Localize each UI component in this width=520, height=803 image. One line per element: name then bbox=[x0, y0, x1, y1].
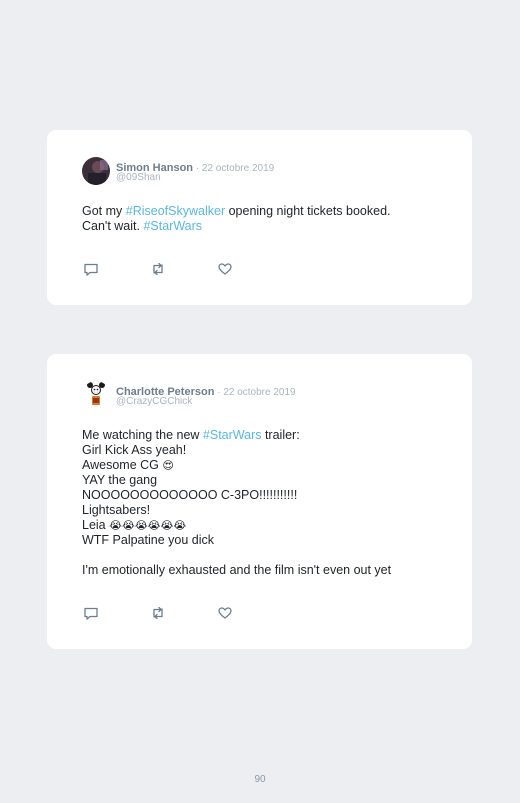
text-segment: Got my bbox=[82, 204, 126, 218]
emoji-crying: 😭😭😭😭😭😭 bbox=[109, 519, 187, 532]
tweet-line: Girl Kick Ass yeah! bbox=[82, 443, 187, 457]
tweet-date[interactable]: 22 octobre 2019 bbox=[202, 163, 274, 174]
tweet-line: Me watching the new #StarWars trailer: bbox=[82, 428, 452, 443]
tweet-line: Can't wait. #StarWars bbox=[82, 219, 452, 234]
tweet-line: Awesome CG 😍 bbox=[82, 458, 452, 473]
avatar[interactable] bbox=[82, 157, 110, 185]
reply-icon[interactable] bbox=[83, 261, 99, 277]
page-number: 90 bbox=[254, 774, 266, 785]
tweet-line: Got my #RiseofSkywalker opening night ti… bbox=[82, 204, 452, 219]
tweet-card: Charlotte Peterson · 22 octobre 2019 @Cr… bbox=[47, 354, 472, 649]
author-handle[interactable]: @09Shan bbox=[116, 172, 161, 183]
separator: · bbox=[214, 387, 224, 398]
tweet-line: YAY the gang bbox=[82, 473, 158, 487]
author-handle[interactable]: @CrazyCGChick bbox=[116, 396, 192, 407]
reply-icon[interactable] bbox=[83, 605, 99, 621]
hashtag-link[interactable]: #StarWars bbox=[143, 219, 202, 233]
avatar[interactable] bbox=[82, 381, 110, 409]
text-segment: trailer: bbox=[261, 428, 300, 442]
hashtag-link[interactable]: #RiseofSkywalker bbox=[126, 204, 225, 218]
text-segment: Leia bbox=[82, 518, 110, 532]
text-segment: opening night tickets booked. bbox=[225, 204, 391, 218]
text-segment: Awesome CG bbox=[82, 458, 163, 472]
emoji-heart-eyes: 😍 bbox=[162, 459, 174, 472]
separator: · bbox=[193, 163, 202, 174]
tweet-line: Lightsabers! bbox=[82, 503, 151, 517]
tweet-line: NOOOOOOOOOOOOO C-3PO!!!!!!!!!!! bbox=[82, 488, 298, 502]
text-segment: Can't wait. bbox=[82, 219, 144, 233]
hashtag-link[interactable]: #StarWars bbox=[203, 428, 262, 442]
tweet-text: Me watching the new #StarWars trailer: G… bbox=[82, 428, 452, 578]
tweet-date[interactable]: 22 octobre 2019 bbox=[223, 387, 295, 398]
like-icon[interactable] bbox=[217, 261, 233, 277]
tweet-line: I'm emotionally exhausted and the film i… bbox=[82, 563, 392, 577]
retweet-icon[interactable] bbox=[150, 605, 166, 621]
like-icon[interactable] bbox=[217, 605, 233, 621]
tweet-line: Leia 😭😭😭😭😭😭 bbox=[82, 518, 452, 533]
tweet-text: Got my #RiseofSkywalker opening night ti… bbox=[82, 204, 452, 234]
retweet-icon[interactable] bbox=[150, 261, 166, 277]
text-segment: Me watching the new bbox=[82, 428, 203, 442]
tweet-line: WTF Palpatine you dick bbox=[82, 533, 214, 547]
tweet-card: Simon Hanson · 22 octobre 2019 @09Shan G… bbox=[47, 130, 472, 305]
